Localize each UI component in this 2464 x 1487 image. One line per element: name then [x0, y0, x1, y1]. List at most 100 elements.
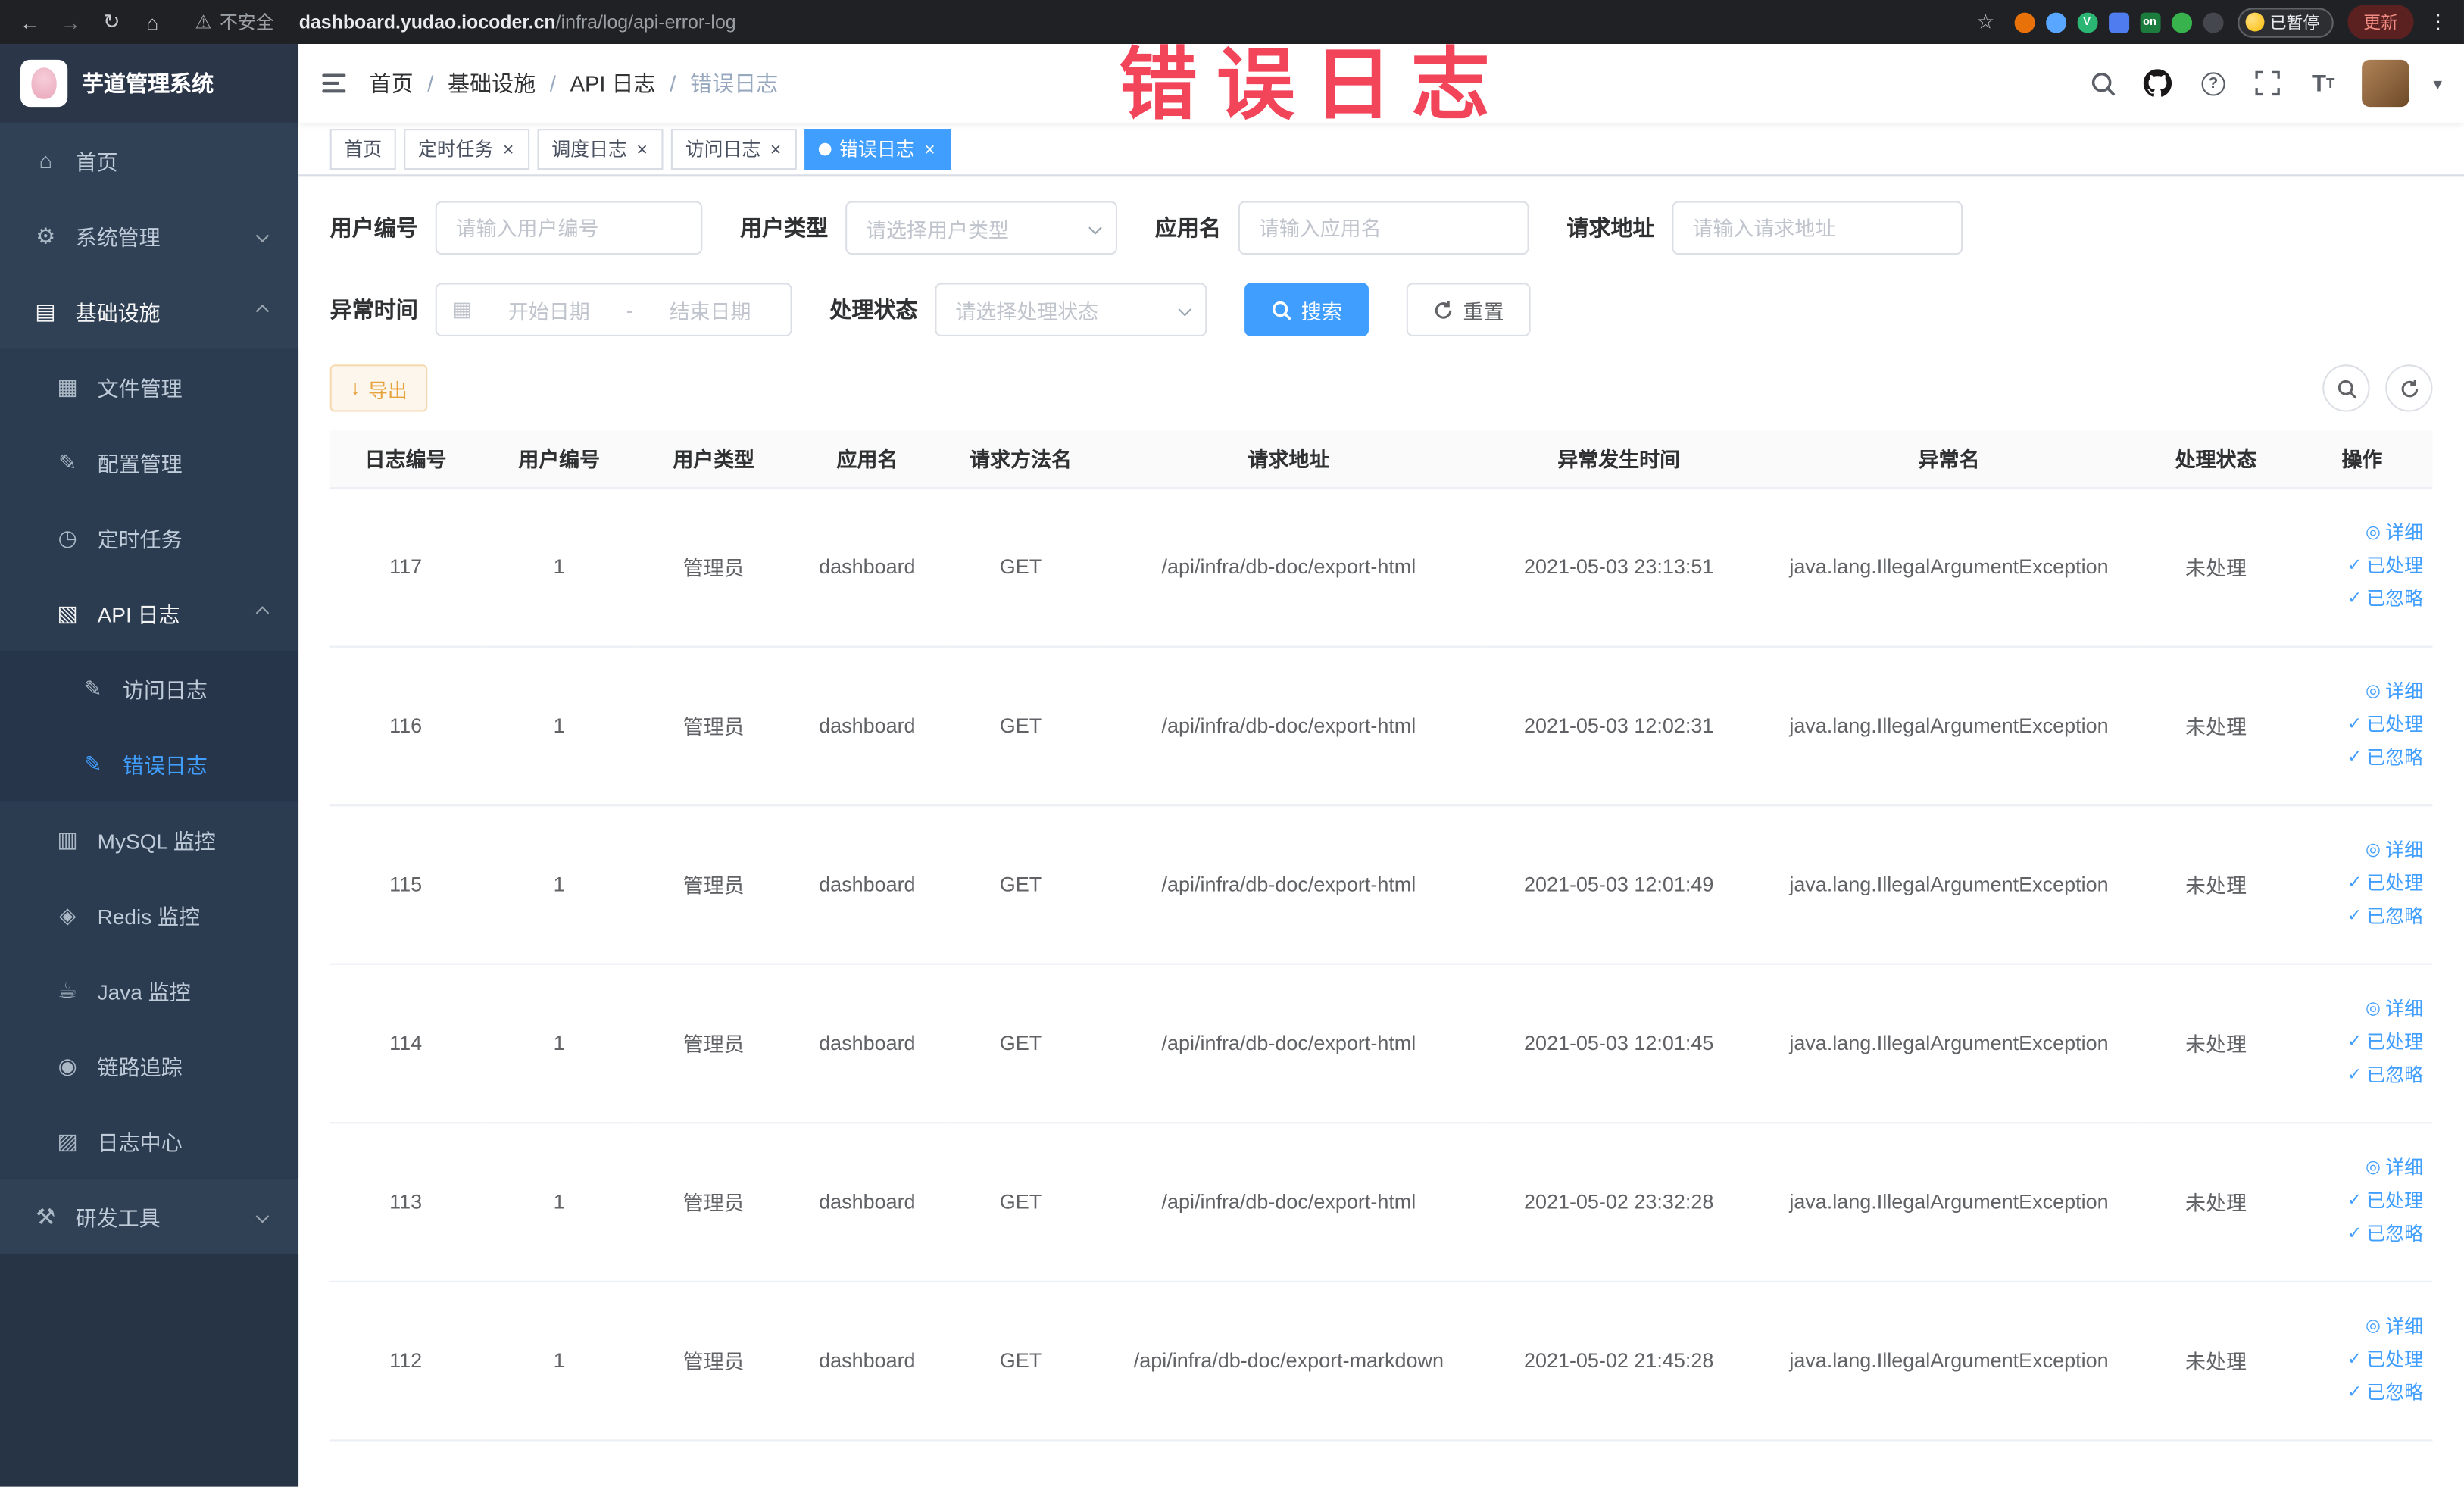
calendar-icon: ▦	[452, 297, 472, 321]
sidebar-item-trace[interactable]: ◉ 链路追踪	[0, 1027, 299, 1104]
ignored-link[interactable]: ✓ 已忽略	[2298, 1376, 2423, 1410]
tab-access-log[interactable]: 访问日志 ×	[671, 128, 798, 170]
search-icon[interactable]	[2088, 67, 2119, 98]
font-size-icon[interactable]: TT	[2307, 67, 2338, 98]
sidebar-item-file-management[interactable]: ▦ 文件管理	[0, 348, 299, 425]
tab-error-log[interactable]: 错误日志 ×	[804, 128, 951, 170]
processed-link[interactable]: ✓ 已处理	[2298, 1185, 2423, 1218]
close-icon[interactable]: ×	[635, 139, 649, 158]
detail-link[interactable]: ◎ 详细	[2298, 1310, 2423, 1344]
extension-leaf-icon[interactable]	[2171, 11, 2192, 33]
ignored-link[interactable]: ✓ 已忽略	[2298, 1059, 2423, 1092]
detail-link[interactable]: ◎ 详细	[2298, 676, 2423, 709]
action-label: 详细	[2385, 998, 2424, 1020]
detail-link[interactable]: ◎ 详细	[2298, 835, 2423, 868]
sidebar-item-system-management[interactable]: ⚙ 系统管理	[0, 198, 298, 273]
extension-orange-icon[interactable]	[2013, 11, 2035, 33]
java-icon: ☕	[58, 976, 78, 1002]
exception-time-range[interactable]: ▦ 开始日期 - 结束日期	[435, 283, 792, 336]
tab-home[interactable]: 首页	[329, 128, 396, 170]
breadcrumb-item[interactable]: 首页	[370, 67, 414, 98]
extension-v-icon[interactable]: V	[2076, 11, 2097, 33]
extension-paw-icon[interactable]	[2202, 11, 2223, 33]
close-icon[interactable]: ×	[769, 139, 783, 158]
forward-icon[interactable]: →	[57, 10, 85, 33]
help-icon[interactable]: ?	[2197, 67, 2228, 98]
security-chip[interactable]: ⚠ 不安全	[195, 9, 273, 34]
bookmark-star-icon[interactable]: ☆	[1972, 9, 2000, 34]
user-id-input[interactable]	[435, 201, 703, 255]
extension-on-icon[interactable]: on	[2139, 11, 2160, 33]
processed-link[interactable]: ✓ 已处理	[2298, 1344, 2423, 1377]
sidebar-item-mysql-monitor[interactable]: ▥ MySQL 监控	[0, 801, 299, 877]
gear-icon: ⚙	[36, 222, 56, 248]
download-icon: ↓	[350, 376, 361, 399]
cell-time: 2021-05-02 23:32:28	[1479, 1122, 1758, 1282]
logo-image	[20, 59, 68, 108]
detail-link[interactable]: ◎ 详细	[2298, 1152, 2423, 1186]
ignored-link[interactable]: ✓ 已忽略	[2298, 742, 2423, 775]
tab-schedule-log[interactable]: 调度日志 ×	[537, 128, 664, 170]
user-avatar[interactable]	[2363, 59, 2410, 108]
back-icon[interactable]: ←	[16, 10, 44, 33]
update-button[interactable]: 更新	[2347, 5, 2414, 39]
sidebar-item-redis-monitor[interactable]: ◈ Redis 监控	[0, 876, 299, 953]
range-separator: -	[626, 298, 633, 322]
process-status-select[interactable]: 请选择处理状态	[935, 283, 1207, 336]
search-toggle-button[interactable]	[2322, 364, 2370, 412]
github-icon[interactable]	[2143, 67, 2174, 98]
browser-menu-icon[interactable]: ⋮	[2428, 9, 2448, 34]
reload-icon[interactable]: ↻	[98, 9, 126, 34]
breadcrumb-item[interactable]: API 日志	[570, 67, 656, 98]
processed-link[interactable]: ✓ 已处理	[2298, 550, 2423, 583]
cell-user_type: 管理员	[636, 1122, 791, 1282]
refresh-button[interactable]	[2385, 364, 2433, 412]
export-button[interactable]: ↓ 导出	[329, 364, 428, 412]
extension-grid-icon[interactable]	[2108, 11, 2129, 33]
caret-down-icon[interactable]: ▾	[2433, 73, 2441, 94]
fullscreen-icon[interactable]	[2253, 67, 2284, 98]
paused-badge[interactable]: 已暂停	[2237, 7, 2334, 37]
logo[interactable]: 芋道管理系统	[0, 44, 299, 123]
sidebar-item-infrastructure[interactable]: ▤ 基础设施	[0, 273, 298, 349]
address-bar[interactable]: dashboard.yudao.iocoder.cn /infra/log/ap…	[299, 11, 1959, 33]
filter-request-url: 请求地址	[1566, 201, 1963, 255]
sidebar-item-home[interactable]: ⌂ 首页	[0, 123, 298, 198]
sidebar-item-access-log[interactable]: ✎ 访问日志	[0, 650, 299, 726]
cell-time: 2021-05-02 21:45:28	[1479, 1280, 1758, 1441]
screen: ← → ↻ ⌂ ⚠ 不安全 dashboard.yudao.iocoder.cn…	[0, 0, 2464, 1487]
sidebar-collapse-icon[interactable]	[298, 73, 369, 93]
detail-link[interactable]: ◎ 详细	[2298, 517, 2423, 551]
close-icon[interactable]: ×	[501, 139, 516, 158]
cell-status: 未处理	[2140, 645, 2292, 806]
close-icon[interactable]: ×	[923, 139, 937, 158]
ignored-link[interactable]: ✓ 已忽略	[2298, 1218, 2423, 1251]
sidebar-item-api-log[interactable]: ▧ API 日志	[0, 575, 299, 651]
request-url-input[interactable]	[1672, 201, 1963, 255]
processed-link[interactable]: ✓ 已处理	[2298, 709, 2423, 742]
home-browser-icon[interactable]: ⌂	[139, 10, 167, 33]
reset-button[interactable]: 重置	[1406, 283, 1531, 336]
sidebar-item-error-log[interactable]: ✎ 错误日志	[0, 726, 299, 802]
detail-link[interactable]: ◎ 详细	[2298, 993, 2423, 1026]
extension-drop-icon[interactable]	[2045, 11, 2066, 33]
log-center-icon: ▨	[57, 1127, 78, 1153]
ignored-link[interactable]: ✓ 已忽略	[2298, 901, 2423, 934]
processed-link[interactable]: ✓ 已处理	[2298, 867, 2423, 901]
ignored-link[interactable]: ✓ 已忽略	[2298, 583, 2423, 617]
search-button[interactable]: 搜索	[1244, 283, 1369, 336]
sidebar-item-java-monitor[interactable]: ☕ Java 监控	[0, 952, 299, 1028]
user-type-select[interactable]: 请选择用户类型	[845, 201, 1118, 255]
breadcrumb-separator: /	[427, 70, 434, 96]
sidebar-item-scheduled-tasks[interactable]: ◷ 定时任务	[0, 499, 299, 576]
tab-scheduled-tasks[interactable]: 定时任务 ×	[404, 128, 530, 170]
chevron-down-icon	[1088, 221, 1102, 235]
processed-link[interactable]: ✓ 已处理	[2298, 1026, 2423, 1060]
sidebar-item-dev-tools[interactable]: ⚒ 研发工具	[0, 1179, 298, 1254]
column-header: 请求方法名	[944, 430, 1098, 489]
app-name-input[interactable]	[1238, 201, 1529, 255]
sidebar-item-config-management[interactable]: ✎ 配置管理	[0, 424, 299, 500]
breadcrumb-item[interactable]: 基础设施	[448, 67, 536, 98]
breadcrumb-item-current: 错误日志	[690, 70, 779, 96]
sidebar-item-log-center[interactable]: ▨ 日志中心	[0, 1103, 299, 1179]
